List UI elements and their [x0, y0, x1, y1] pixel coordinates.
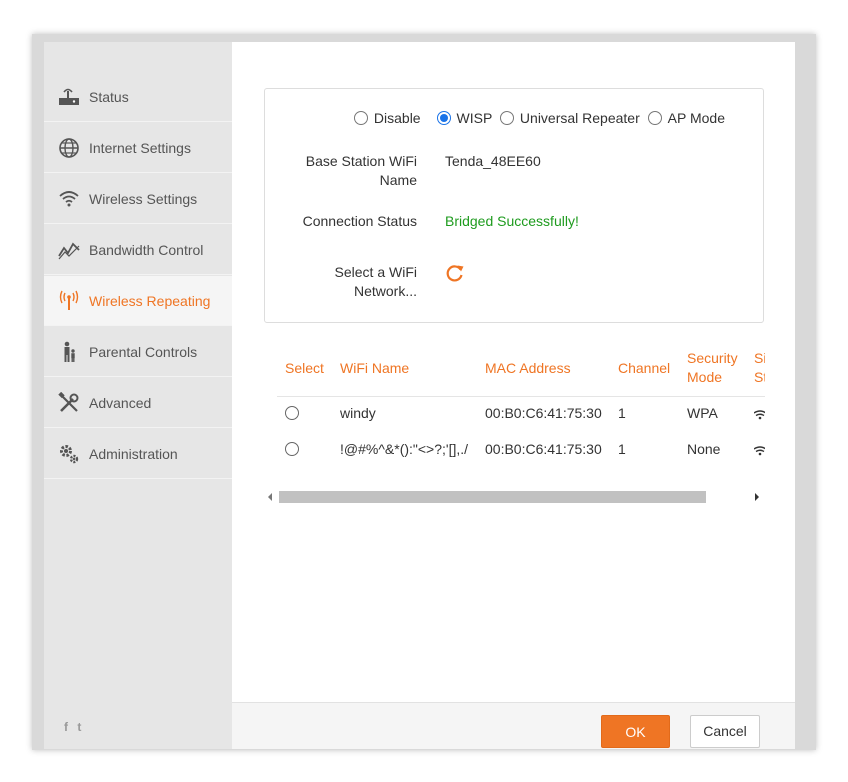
cancel-button[interactable]: Cancel: [690, 715, 760, 748]
facebook-icon[interactable]: f: [64, 720, 68, 734]
router-icon: [59, 88, 79, 105]
sidebar-item-label: Wireless Repeating: [89, 293, 211, 309]
base-station-value: Tenda_48EE60: [445, 153, 541, 169]
tools-icon: [58, 392, 79, 412]
mode-option-wisp[interactable]: WISP: [436, 110, 493, 126]
repeating-settings-panel: Disable WISP Universal Repeater AP Mode …: [264, 88, 764, 323]
sidebar-item-wireless-repeating[interactable]: Wireless Repeating: [44, 276, 232, 326]
refresh-icon[interactable]: [445, 263, 465, 283]
channel-cell: 1: [618, 441, 626, 457]
radio-universal-repeater[interactable]: [499, 111, 514, 125]
column-header-security-mode: Security Mode: [687, 350, 738, 385]
sidebar-item-parental-controls[interactable]: Parental Controls: [44, 327, 232, 377]
mode-selector: Disable WISP Universal Repeater AP Mode: [353, 110, 725, 126]
column-header-select: Select: [285, 360, 324, 376]
column-header-mac-address: MAC Address: [485, 360, 571, 376]
column-header-signal-strength: Si St: [754, 350, 765, 385]
sidebar-item-internet-settings[interactable]: Internet Settings: [44, 123, 232, 173]
row-select-radio[interactable]: [285, 406, 299, 420]
security-mode-cell: None: [687, 441, 721, 457]
wifi-name-cell: !@#%^&*():"<>?;'[],./: [340, 441, 469, 457]
security-mode-cell: WPA: [687, 405, 718, 421]
wifi-icon: [59, 191, 79, 207]
mode-option-ap-mode[interactable]: AP Mode: [647, 110, 725, 126]
router-admin-window: Status Internet Settings Wireless Settin…: [44, 42, 795, 749]
connection-status-label: Connection Status: [302, 213, 417, 229]
sidebar-item-label: Advanced: [89, 395, 152, 411]
wifi-network-table: Select WiFi Name MAC Address Channel Sec…: [277, 342, 765, 487]
sidebar-item-administration[interactable]: Administration: [44, 429, 232, 479]
sidebar-item-status[interactable]: Status: [44, 72, 232, 122]
gears-icon: [60, 445, 79, 464]
horizontal-scrollbar[interactable]: [266, 488, 771, 505]
sidebar-item-label: Bandwidth Control: [89, 242, 204, 258]
signal-strength-icon: [754, 410, 765, 420]
scroll-right-arrow-icon[interactable]: [755, 493, 759, 501]
social-links: f t: [64, 720, 87, 734]
mac-address-cell: 00:B0:C6:41:75:30: [485, 441, 602, 457]
connection-status-value: Bridged Successfully!: [445, 213, 579, 229]
column-header-wifi-name: WiFi Name: [340, 360, 410, 376]
ok-button[interactable]: OK: [601, 715, 670, 748]
mode-option-universal-repeater[interactable]: Universal Repeater: [499, 110, 640, 126]
sidebar-item-label: Parental Controls: [89, 344, 198, 360]
select-wifi-label: Select a WiFi Network...: [334, 264, 417, 299]
mode-label: WISP: [456, 110, 493, 126]
mode-label: Universal Repeater: [519, 110, 640, 126]
column-header-channel: Channel: [618, 360, 671, 376]
sidebar-item-label: Status: [89, 89, 129, 105]
scrollbar-thumb[interactable]: [279, 491, 706, 503]
header-divider: [277, 396, 765, 397]
sidebar-item-label: Internet Settings: [89, 140, 191, 156]
globe-icon: [59, 138, 79, 158]
channel-cell: 1: [618, 405, 626, 421]
twitter-icon[interactable]: t: [77, 720, 81, 734]
bandwidth-icon: [58, 242, 80, 260]
signal-strength-icon: [754, 446, 765, 456]
radio-disable[interactable]: [353, 111, 368, 125]
action-footer: OK Cancel: [232, 702, 795, 749]
sidebar-item-label: Administration: [89, 446, 178, 462]
sidebar-item-advanced[interactable]: Advanced: [44, 378, 232, 428]
mode-label: Disable: [373, 110, 421, 126]
main-content: Disable WISP Universal Repeater AP Mode …: [232, 42, 795, 702]
scroll-left-arrow-icon[interactable]: [268, 493, 272, 501]
sidebar-item-wireless-settings[interactable]: Wireless Settings: [44, 174, 232, 224]
mode-option-disable[interactable]: Disable: [353, 110, 421, 126]
radio-ap-mode[interactable]: [647, 111, 662, 125]
parental-icon: [64, 341, 75, 362]
radio-wisp[interactable]: [436, 111, 451, 125]
mode-label: AP Mode: [667, 110, 725, 126]
mac-address-cell: 00:B0:C6:41:75:30: [485, 405, 602, 421]
sidebar-item-bandwidth-control[interactable]: Bandwidth Control: [44, 225, 232, 275]
repeater-icon: [59, 290, 79, 310]
base-station-label: Base Station WiFi Name: [305, 153, 417, 188]
row-select-radio[interactable]: [285, 442, 299, 456]
wifi-name-cell: windy: [340, 405, 376, 421]
sidebar: Status Internet Settings Wireless Settin…: [44, 42, 232, 749]
sidebar-item-label: Wireless Settings: [89, 191, 198, 207]
